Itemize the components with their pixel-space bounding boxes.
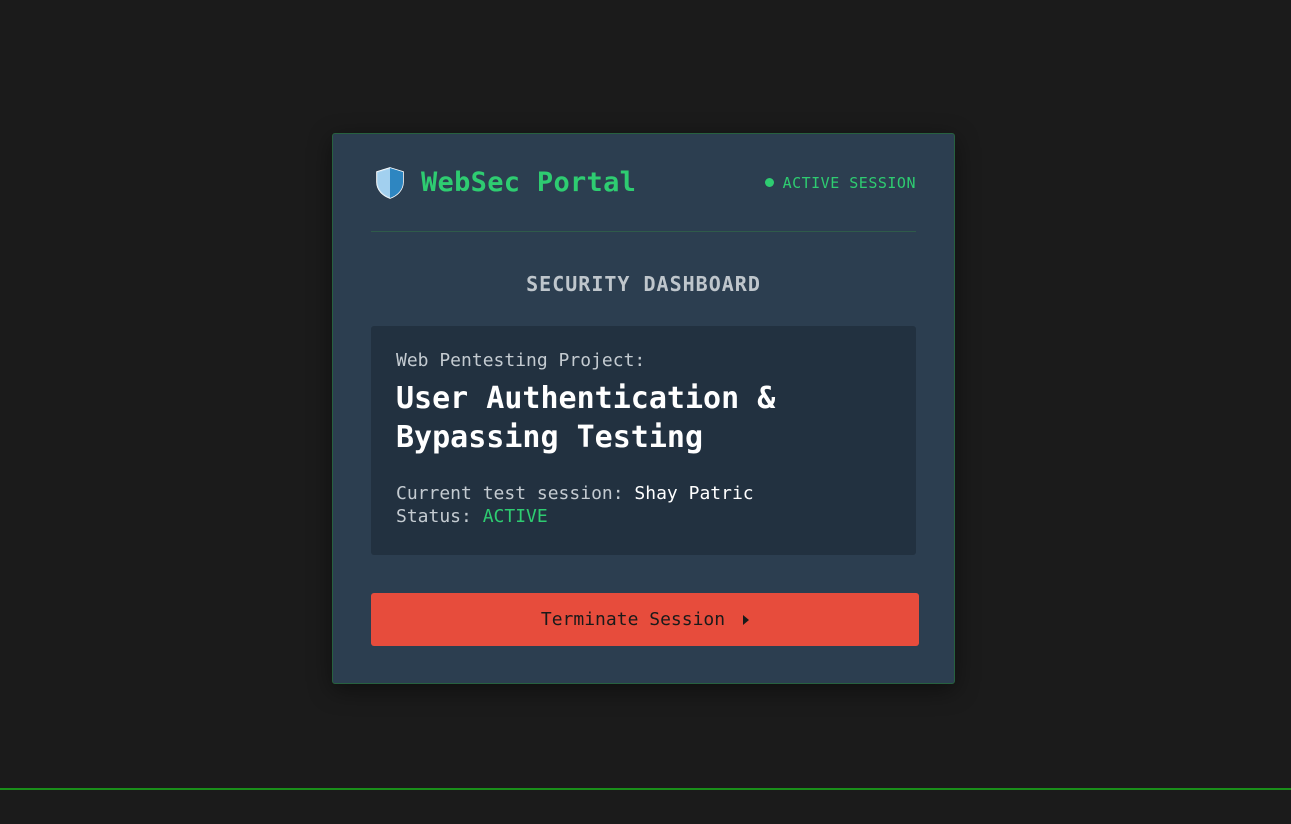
card-header: WebSec Portal ACTIVE SESSION (371, 134, 916, 232)
status-value: ACTIVE (482, 506, 548, 527)
dashboard-card: WebSec Portal ACTIVE SESSION SECURITY DA… (332, 133, 955, 684)
project-name: User Authentication & Bypassing Testing (396, 381, 776, 455)
terminate-session-button[interactable]: Terminate Session (371, 593, 919, 646)
session-user-label: Current test session: (396, 483, 624, 504)
status-dot-icon (764, 178, 774, 187)
session-user-line: Current test session: Shay Patric (396, 482, 891, 505)
status-label: Status: (396, 506, 472, 527)
shield-icon (376, 166, 404, 199)
section-title: SECURITY DASHBOARD (526, 272, 761, 296)
session-status-line: Status: ACTIVE (396, 505, 891, 528)
session-status-label: ACTIVE SESSION (782, 173, 916, 192)
footer-bar (0, 788, 1291, 824)
session-status-indicator: ACTIVE SESSION (764, 173, 916, 192)
terminate-session-label: Terminate Session (540, 609, 726, 630)
session-info: Current test session: Shay Patric Status… (396, 482, 891, 528)
page: WebSec Portal ACTIVE SESSION SECURITY DA… (0, 0, 1291, 824)
project-info-panel: Web Pentesting Project: User Authenticat… (371, 326, 916, 555)
session-user-name: Shay Patric (634, 483, 754, 504)
brand-title: WebSec Portal (421, 167, 637, 198)
project-label: Web Pentesting Project: (396, 350, 646, 371)
caret-right-icon (743, 614, 750, 625)
brand: WebSec Portal (371, 166, 637, 199)
